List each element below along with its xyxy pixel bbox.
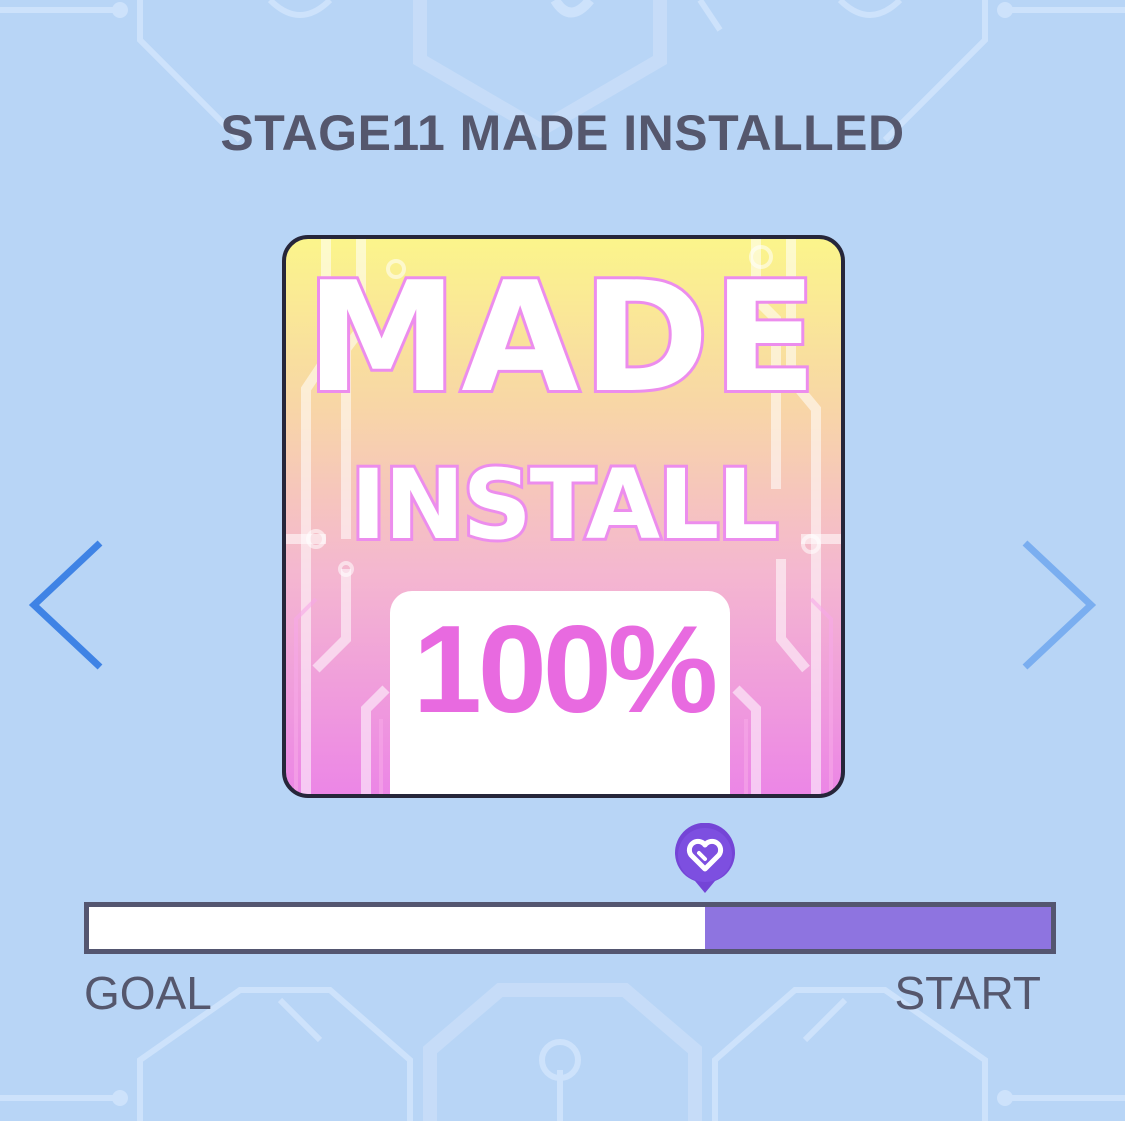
start-label: START [894, 967, 1041, 1019]
chevron-right-icon [1022, 540, 1097, 670]
heart-pin-icon [675, 822, 735, 893]
card-title-install: INSTALL [348, 446, 782, 564]
progress-marker [673, 822, 737, 895]
stage-title: STAGE11 MADE INSTALLED [220, 105, 905, 161]
chevron-left-icon [28, 540, 103, 670]
goal-label: GOAL [84, 967, 212, 1019]
progress-fill [704, 907, 1051, 949]
stage-progress-bar [84, 902, 1056, 954]
next-stage-button[interactable] [1013, 535, 1103, 675]
previous-stage-button[interactable] [22, 535, 112, 675]
card-title-made: MADE [303, 249, 821, 426]
card-percent-text: 100% [412, 601, 718, 739]
stage-jacket-image[interactable]: MADE INSTALL 100% [282, 235, 845, 798]
